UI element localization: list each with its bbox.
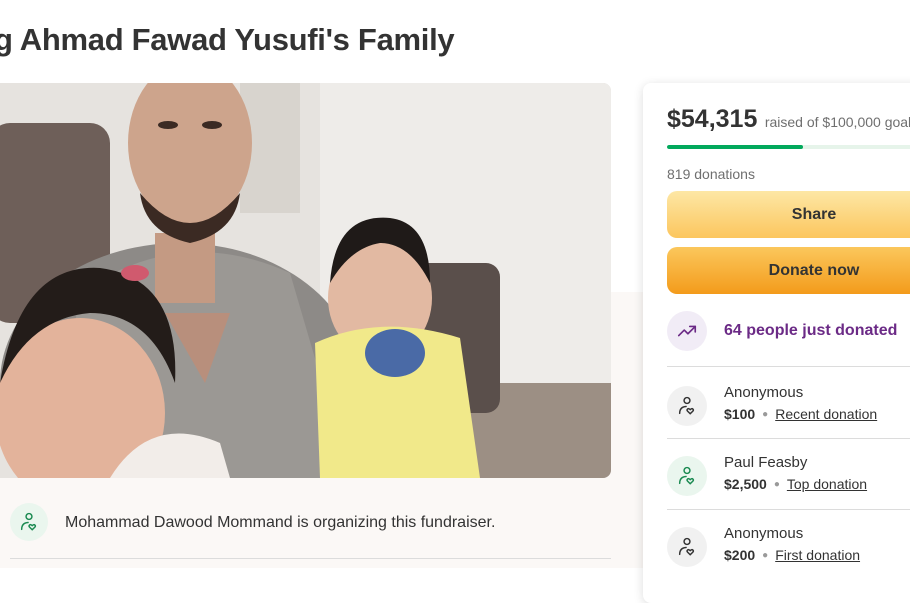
progress-fill <box>667 145 803 149</box>
organizer-row: Mohammad Dawood Mommand is organizing th… <box>10 503 611 543</box>
trending-up-icon <box>667 311 707 351</box>
donor-name: Anonymous <box>724 384 804 401</box>
donor-details: $2,500 ● Top donation <box>724 476 867 492</box>
donation-amount: $100 <box>724 406 756 422</box>
donation-sidebar-card: $54,315 raised of $100,000 goal 819 dona… <box>643 83 910 603</box>
donation-amount: $2,500 <box>724 476 767 492</box>
share-button[interactable]: Share <box>667 191 910 238</box>
amount-raised-row: $54,315 raised of $100,000 goal <box>667 105 910 134</box>
trend-text: 64 people just donated <box>724 322 898 339</box>
separator-dot: ● <box>762 550 769 561</box>
separator-dot: ● <box>762 409 769 420</box>
divider <box>667 438 910 439</box>
divider <box>667 509 910 510</box>
recent-donations-trend: 64 people just donated <box>667 311 910 351</box>
heart-hand-icon <box>667 456 707 496</box>
donor-name: Paul Feasby <box>724 454 808 471</box>
amount-raised: $54,315 <box>667 105 758 133</box>
first-donation-link[interactable]: First donation <box>775 547 860 563</box>
heart-hand-icon <box>10 503 48 541</box>
campaign-hero-photo <box>0 83 611 478</box>
donor-details: $200 ● First donation <box>724 547 860 563</box>
donation-item: Anonymous $200 ● First donation <box>667 525 910 569</box>
divider <box>667 366 910 367</box>
top-donation-link[interactable]: Top donation <box>787 476 867 492</box>
donation-amount: $200 <box>724 547 756 563</box>
donate-now-button[interactable]: Donate now <box>667 247 910 294</box>
donation-item: Anonymous $100 ● Recent donation <box>667 384 910 428</box>
goal-text: raised of $100,000 goal <box>764 114 910 130</box>
family-photo-illustration <box>0 83 611 478</box>
recent-donation-link[interactable]: Recent donation <box>775 406 877 422</box>
campaign-title: g Ahmad Fawad Yusufi's Family <box>0 22 455 57</box>
donor-name: Anonymous <box>724 525 804 542</box>
separator-dot: ● <box>773 479 780 490</box>
heart-hand-icon <box>667 527 707 567</box>
divider <box>10 558 611 559</box>
organizer-text: Mohammad Dawood Mommand is organizing th… <box>65 514 496 531</box>
heart-hand-icon <box>667 386 707 426</box>
progress-bar <box>667 145 910 149</box>
donation-item: Paul Feasby $2,500 ● Top donation <box>667 454 910 498</box>
donor-details: $100 ● Recent donation <box>724 406 877 422</box>
donation-count: 819 donations <box>667 166 755 182</box>
